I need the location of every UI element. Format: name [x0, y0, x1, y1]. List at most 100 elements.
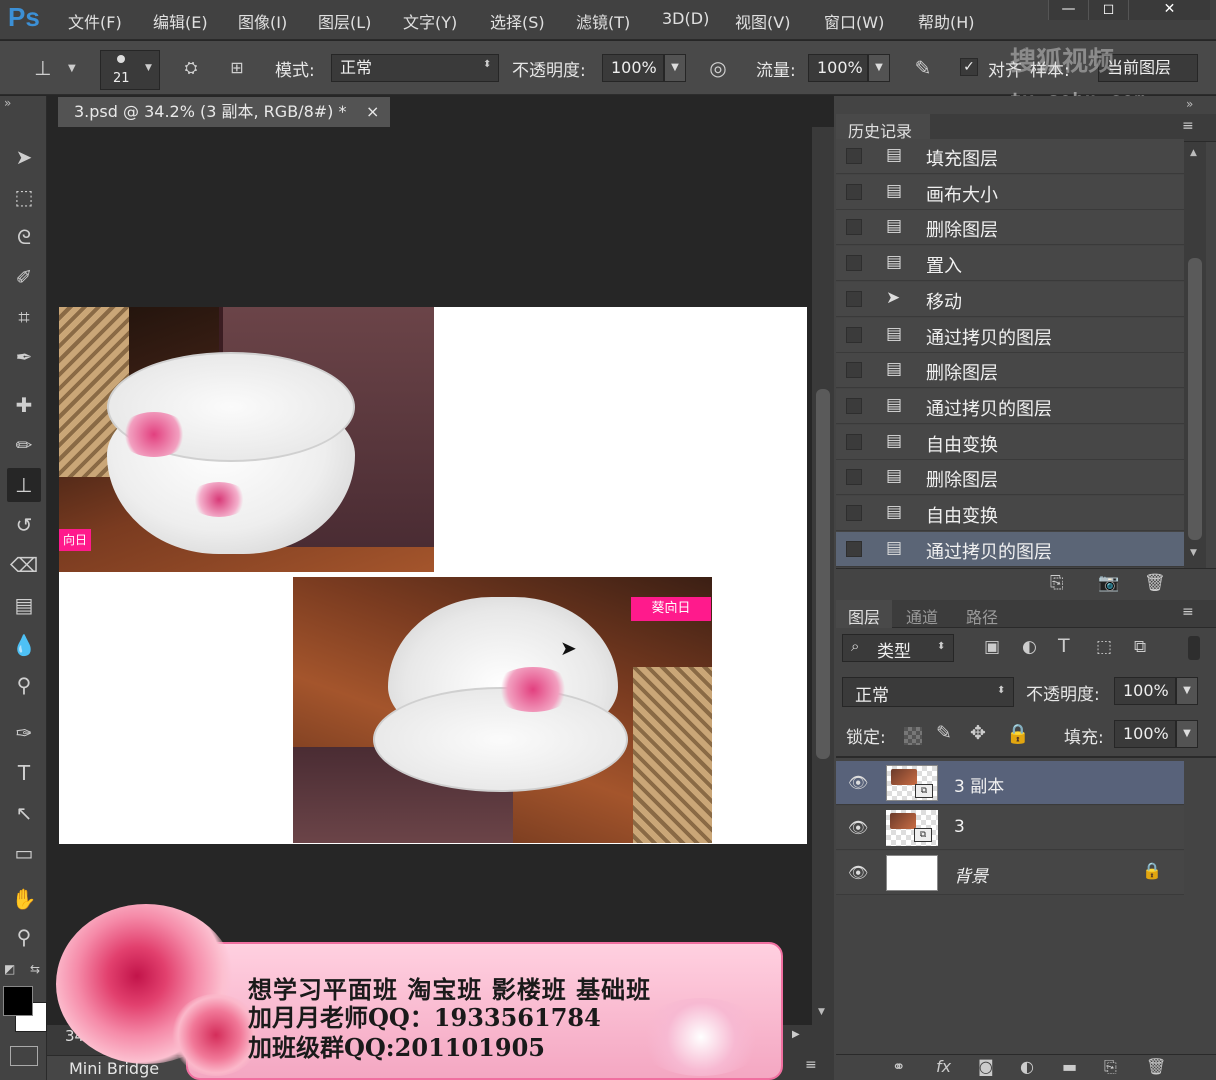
move-tool-icon[interactable]: ➤	[7, 140, 41, 174]
eraser-tool-icon[interactable]: ⌫	[7, 548, 41, 582]
history-checkbox[interactable]	[846, 290, 862, 307]
shape-filter-icon[interactable]: ⬚	[1096, 637, 1112, 657]
pixel-filter-icon[interactable]: ▣	[984, 637, 1000, 657]
zoom-tool-icon[interactable]: ⚲	[7, 920, 41, 954]
menu-type[interactable]: 文字(Y)	[403, 9, 457, 33]
history-item[interactable]: ▤ 删除图层	[836, 210, 1184, 246]
eyedropper-tool-icon[interactable]: ✒	[7, 340, 41, 374]
panel-menu-icon[interactable]: ≡	[1182, 118, 1194, 134]
new-layer-icon[interactable]: ⎘	[1104, 1057, 1117, 1077]
toggle-brush-panel-icon[interactable]: ⛭	[176, 53, 206, 83]
layer-filter-select[interactable]: ⌕ 类型 ⬍	[842, 634, 954, 662]
brush-size-picker[interactable]: 21 ▼	[100, 50, 160, 90]
history-checkbox[interactable]	[846, 469, 862, 486]
menu-filter[interactable]: 滤镜(T)	[576, 9, 630, 33]
document-tab[interactable]: 3.psd @ 34.2% (3 副本, RGB/8#) * ×	[58, 97, 390, 127]
folder-icon[interactable]: ▬	[1062, 1057, 1077, 1076]
menu-view[interactable]: 视图(V)	[735, 9, 790, 33]
layer-row-3[interactable]: 👁 ⧉ 3	[836, 806, 1184, 850]
scroll-up-icon[interactable]: ▲	[1190, 148, 1197, 158]
tab-paths[interactable]: 路径	[966, 604, 998, 628]
layer-opacity-dropdown[interactable]: ▼	[1176, 677, 1198, 705]
camera-snapshot-icon[interactable]: 📷	[1098, 573, 1119, 593]
history-item[interactable]: ▤ 置入	[836, 246, 1184, 282]
blur-tool-icon[interactable]: 💧	[7, 628, 41, 662]
history-checkbox[interactable]	[846, 255, 862, 272]
close-window-button[interactable]: ✕	[1128, 0, 1210, 20]
history-checkbox[interactable]	[846, 505, 862, 521]
layer-name[interactable]: 背景	[954, 862, 988, 887]
filter-toggle[interactable]	[1188, 636, 1200, 660]
type-filter-icon[interactable]: T	[1058, 635, 1070, 657]
history-checkbox[interactable]	[846, 183, 862, 200]
menu-file[interactable]: 文件(F)	[68, 9, 122, 33]
add-mask-icon[interactable]: ◙	[978, 1057, 994, 1076]
rectangle-tool-icon[interactable]: ▭	[7, 836, 41, 870]
menu-window[interactable]: 窗口(W)	[824, 9, 884, 33]
tab-channels[interactable]: 通道	[906, 604, 938, 628]
history-checkbox[interactable]	[846, 326, 862, 343]
healing-brush-tool-icon[interactable]: ✚	[7, 388, 41, 422]
quick-mask-icon[interactable]	[10, 1046, 38, 1066]
collapse-arrows-icon[interactable]: »	[4, 96, 11, 110]
path-select-tool-icon[interactable]: ↖	[7, 796, 41, 830]
gradient-tool-icon[interactable]: ▤	[7, 588, 41, 622]
history-item[interactable]: ▤ 画布大小	[836, 174, 1184, 210]
status-arrow-icon[interactable]: ▶	[792, 1029, 800, 1040]
tab-history[interactable]: 历史记录	[836, 114, 930, 142]
menu-help[interactable]: 帮助(H)	[918, 9, 975, 33]
history-item[interactable]: ▤ 通过拷贝的图层	[836, 317, 1184, 353]
history-brush-tool-icon[interactable]: ↺	[7, 508, 41, 542]
lock-position-icon[interactable]: ✥	[970, 722, 986, 744]
maximize-button[interactable]: ◻	[1088, 0, 1128, 20]
brush-tool-icon[interactable]: ✏	[7, 428, 41, 462]
tab-layers[interactable]: 图层	[836, 600, 892, 628]
history-checkbox[interactable]	[846, 362, 862, 379]
type-tool-icon[interactable]: T	[7, 756, 41, 790]
opacity-dropdown[interactable]: ▼	[664, 54, 686, 82]
scroll-down-icon[interactable]: ▼	[818, 1007, 825, 1017]
fill-input[interactable]: 100%	[1114, 720, 1176, 748]
default-colors-icon[interactable]: ◩	[4, 962, 15, 976]
history-checkbox[interactable]	[846, 433, 862, 450]
quick-select-tool-icon[interactable]: ✐	[7, 260, 41, 294]
crop-tool-icon[interactable]: ⌗	[7, 300, 41, 334]
swap-colors-icon[interactable]: ⇆	[30, 962, 40, 976]
history-item[interactable]: ▤ 通过拷贝的图层	[836, 388, 1184, 424]
menu-select[interactable]: 选择(S)	[490, 9, 545, 33]
menu-edit[interactable]: 编辑(E)	[153, 9, 208, 33]
document-canvas[interactable]: 向日 日向葵	[59, 307, 807, 844]
flow-dropdown[interactable]: ▼	[868, 54, 890, 82]
eye-icon[interactable]: 👁	[848, 863, 868, 882]
mode-select[interactable]: 正常	[331, 54, 499, 82]
smart-object-filter-icon[interactable]: ⧉	[1134, 637, 1146, 657]
panel-menu-icon[interactable]: ≡	[805, 1057, 817, 1073]
foreground-color-swatch[interactable]	[3, 986, 33, 1016]
history-checkbox[interactable]	[846, 540, 862, 557]
chevron-down-icon[interactable]: ▼	[68, 63, 76, 74]
history-checkbox[interactable]	[846, 148, 862, 164]
eye-icon[interactable]: 👁	[848, 773, 868, 792]
history-item[interactable]: ➤ 移动	[836, 281, 1184, 317]
flow-input[interactable]: 100%	[808, 54, 868, 82]
scrollbar-thumb[interactable]	[816, 389, 830, 759]
pen-tool-icon[interactable]: ✑	[7, 716, 41, 750]
adjustment-filter-icon[interactable]: ◐	[1022, 637, 1037, 657]
fx-icon[interactable]: fx	[936, 1057, 951, 1076]
adjustment-layer-icon[interactable]: ◐	[1020, 1057, 1034, 1076]
history-checkbox[interactable]	[846, 219, 862, 236]
fill-dropdown[interactable]: ▼	[1176, 720, 1198, 748]
marquee-tool-icon[interactable]: ⬚	[7, 180, 41, 214]
eye-icon[interactable]: 👁	[848, 818, 868, 837]
lock-pixels-icon[interactable]: ✎	[936, 722, 952, 744]
layer-row-background[interactable]: 👁 背景 🔒	[836, 851, 1184, 895]
history-item[interactable]: ▤ 自由变换	[836, 424, 1184, 460]
new-document-from-state-icon[interactable]: ⎘	[1050, 573, 1064, 593]
history-scrollbar[interactable]: ▲ ▼	[1184, 142, 1206, 568]
trash-icon[interactable]: 🗑	[1146, 1057, 1166, 1076]
dodge-tool-icon[interactable]: ⚲	[7, 668, 41, 702]
panel-menu-icon[interactable]: ≡	[1182, 604, 1194, 620]
aligned-checkbox[interactable]: ✓	[960, 58, 978, 76]
close-tab-icon[interactable]: ×	[366, 97, 379, 127]
clone-stamp-tool-icon[interactable]: ⊥	[7, 468, 41, 502]
